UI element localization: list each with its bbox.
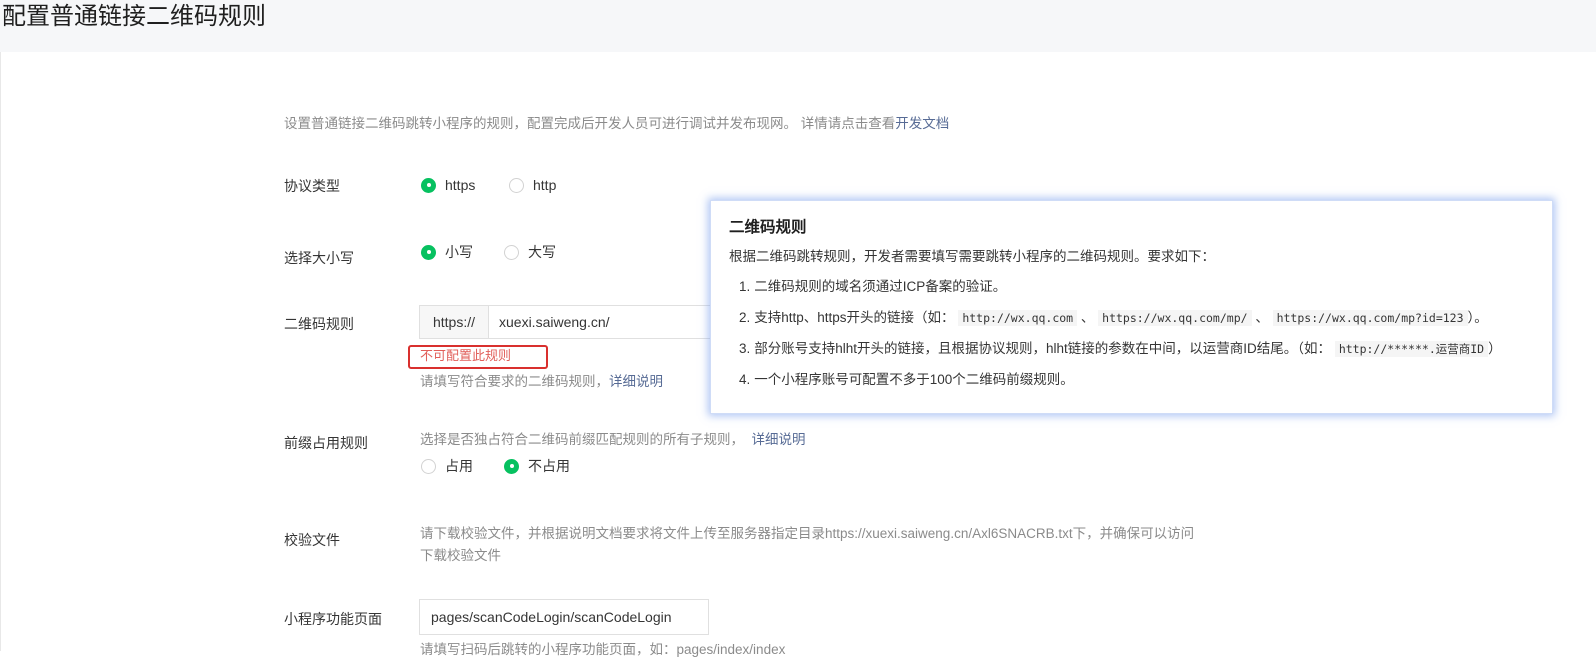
verify-file-hint: 请下载校验文件，并根据说明文档要求将文件上传至服务器指定目录https://xu… <box>420 526 1195 541</box>
qr-rule-detail-link[interactable]: 详细说明 <box>609 374 663 389</box>
radio-not-occupy[interactable]: 不占用 <box>504 456 570 476</box>
popover-rule-item: 2. 支持http、https开头的链接（如： http://wx.qq.com … <box>729 308 1534 328</box>
case-label: 选择大小写 <box>284 250 354 266</box>
code-example: http://******.运营商ID <box>1334 341 1489 357</box>
prefix-rule-label: 前缀占用规则 <box>284 435 368 451</box>
rule-number: 1. <box>739 279 751 294</box>
radio-http-label: http <box>533 177 557 193</box>
radio-uppercase-label: 大写 <box>528 244 556 260</box>
mini-page-label: 小程序功能页面 <box>284 611 382 627</box>
radio-unchecked-icon <box>421 458 436 474</box>
radio-lowercase-label: 小写 <box>445 244 473 260</box>
qr-rule-prefix: https:// <box>420 306 489 338</box>
mini-page-hint: 请填写扫码后跳转的小程序功能页面，如：pages/index/index <box>420 642 786 657</box>
radio-unchecked-icon <box>509 177 524 193</box>
rule-text: 支持http、https开头的链接（如： <box>754 310 955 325</box>
radio-checked-icon <box>504 458 519 474</box>
download-verify-file-link[interactable]: 下载校验文件 <box>420 546 501 566</box>
prefix-rule-detail-link[interactable]: 详细说明 <box>752 432 806 447</box>
popover-rule-list: 1. 二维码规则的域名须通过ICP备案的验证。 2. 支持http、https开头的… <box>729 277 1534 390</box>
prefix-rule-hint-text: 选择是否独占符合二维码前缀匹配规则的所有子规则， <box>420 432 744 447</box>
popover-rule-item: 1. 二维码规则的域名须通过ICP备案的验证。 <box>729 277 1534 297</box>
qr-rule-popover: 二维码规则 根据二维码跳转规则，开发者需要填写需要跳转小程序的二维码规则。要求如… <box>710 200 1553 414</box>
popover-title: 二维码规则 <box>729 219 807 236</box>
radio-checked-icon <box>421 177 436 193</box>
page-title: 配置普通链接二维码规则 <box>2 3 266 30</box>
popover-rule-item: 3. 部分账号支持hlht开头的链接，且根据协议规则，hlht链接的参数在中间，以… <box>729 339 1534 359</box>
radio-https[interactable]: https <box>421 177 475 193</box>
qr-rule-error: 不可配置此规则 <box>420 348 512 363</box>
radio-unchecked-icon <box>504 244 519 260</box>
radio-http[interactable]: http <box>509 177 556 193</box>
separator: 、 <box>1255 310 1269 325</box>
rule-text: 二维码规则的域名须通过ICP备案的验证。 <box>754 279 1007 294</box>
rule-text: ） <box>1488 341 1502 356</box>
protocol-label: 协议类型 <box>284 178 340 194</box>
popover-rule-item: 4. 一个小程序账号可配置不多于100个二维码前缀规则。 <box>729 370 1534 390</box>
popover-intro: 根据二维码跳转规则，开发者需要填写需要跳转小程序的二维码规则。要求如下： <box>729 249 1215 264</box>
radio-uppercase[interactable]: 大写 <box>504 242 556 262</box>
rule-text: 部分账号支持hlht开头的链接，且根据协议规则，hlht链接的参数在中间，以运营… <box>754 341 1332 356</box>
radio-occupy-label: 占用 <box>445 458 473 474</box>
rule-number: 4. <box>739 372 751 387</box>
rule-text: ）。 <box>1467 310 1488 325</box>
page-description: 设置普通链接二维码跳转小程序的规则，配置完成后开发人员可进行调试并发布现网。 详… <box>284 114 949 134</box>
verify-file-label: 校验文件 <box>284 532 340 548</box>
prefix-rule-hint: 选择是否独占符合二维码前缀匹配规则的所有子规则， 详细说明 <box>420 430 806 450</box>
content-left-border <box>0 52 1 651</box>
qr-rule-hint-text: 请填写符合要求的二维码规则， <box>420 374 609 389</box>
rule-number: 2. <box>739 310 751 325</box>
qr-rule-input[interactable]: xuexi.saiweng.cn/ <box>489 306 718 338</box>
radio-checked-icon <box>421 244 436 260</box>
qr-rule-hint: 请填写符合要求的二维码规则，详细说明 <box>420 372 663 392</box>
radio-occupy[interactable]: 占用 <box>421 456 473 476</box>
separator: 、 <box>1080 310 1095 325</box>
rule-number: 3. <box>739 341 751 356</box>
page-description-text: 设置普通链接二维码跳转小程序的规则，配置完成后开发人员可进行调试并发布现网。 详… <box>284 116 896 131</box>
radio-https-label: https <box>445 177 476 193</box>
code-example: https://wx.qq.com/mp?id=123 <box>1272 310 1468 326</box>
code-example: https://wx.qq.com/mp/ <box>1098 310 1252 326</box>
code-example: http://wx.qq.com <box>958 310 1078 326</box>
radio-lowercase[interactable]: 小写 <box>421 242 473 262</box>
dev-docs-link[interactable]: 开发文档 <box>895 116 949 131</box>
qr-rule-label: 二维码规则 <box>284 316 354 332</box>
rule-text: 一个小程序账号可配置不多于100个二维码前缀规则。 <box>754 372 1074 387</box>
qr-rule-input-group: https:// xuexi.saiweng.cn/ <box>419 305 719 339</box>
radio-not-occupy-label: 不占用 <box>528 458 570 474</box>
mini-page-input[interactable]: pages/scanCodeLogin/scanCodeLogin <box>419 599 709 635</box>
